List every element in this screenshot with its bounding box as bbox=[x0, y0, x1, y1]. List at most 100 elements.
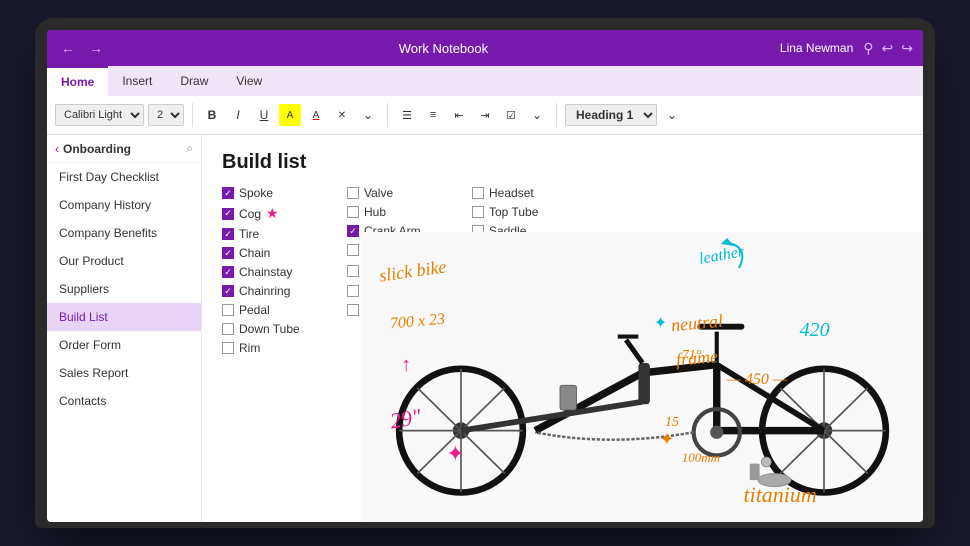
tab-home[interactable]: Home bbox=[47, 66, 108, 96]
list-item[interactable]: ✓ Chainstay bbox=[222, 265, 337, 279]
back-button[interactable]: ← bbox=[57, 38, 79, 58]
underline-button[interactable]: U bbox=[253, 104, 275, 126]
list-item[interactable]: Down Tube bbox=[222, 322, 337, 336]
list-item[interactable]: ✓ Spoke bbox=[222, 186, 337, 200]
list-item[interactable]: ✓ Chain bbox=[222, 246, 337, 260]
indent-decrease-button[interactable]: ⇤ bbox=[448, 104, 470, 126]
page-title: Build list bbox=[222, 151, 903, 174]
checkbox-button[interactable]: ☑ bbox=[500, 104, 522, 126]
sidebar-item-first-day[interactable]: First Day Checklist bbox=[47, 163, 201, 191]
annotation-450: — 450 — bbox=[727, 371, 787, 389]
checkbox-chainring[interactable]: ✓ bbox=[222, 285, 234, 297]
title-icons: ⚲ ↩ ↪ bbox=[863, 40, 913, 57]
italic-button[interactable]: I bbox=[227, 104, 249, 126]
item-label-chainstay: Chainstay bbox=[239, 265, 292, 279]
ribbon: Home Insert Draw View Calibri Light 20 B… bbox=[47, 66, 923, 135]
item-label-rim: Rim bbox=[239, 341, 260, 355]
checkbox-pedal[interactable] bbox=[222, 304, 234, 316]
checkbox-seat-tube[interactable] bbox=[347, 244, 359, 256]
checkbox-chainstay[interactable]: ✓ bbox=[222, 266, 234, 278]
title-bar-right: Lina Newman ⚲ ↩ ↪ bbox=[780, 40, 913, 57]
page-content: Build list ✓ Spoke ✓ Cog ★ bbox=[202, 135, 923, 522]
sidebar-item-build-list[interactable]: Build List bbox=[47, 303, 201, 331]
clear-format-button[interactable]: ✕ bbox=[331, 104, 353, 126]
numbered-list-button[interactable]: ≡ bbox=[422, 104, 444, 126]
sidebar-item-order-form[interactable]: Order Form bbox=[47, 331, 201, 359]
list-item[interactable]: ✓ Tire bbox=[222, 227, 337, 241]
item-label-valve: Valve bbox=[364, 186, 393, 200]
star-decoration-orange: ✦ bbox=[659, 429, 674, 450]
forward-button[interactable]: → bbox=[85, 38, 107, 58]
undo-icon[interactable]: ↩ bbox=[882, 40, 894, 57]
checkbox-top-tube[interactable] bbox=[472, 206, 484, 218]
checklist-col-1: ✓ Spoke ✓ Cog ★ ✓ Tire bbox=[222, 186, 337, 360]
sidebar-item-company-history[interactable]: Company History bbox=[47, 191, 201, 219]
sidebar-item-our-product[interactable]: Our Product bbox=[47, 247, 201, 275]
page-inner: Build list ✓ Spoke ✓ Cog ★ bbox=[202, 135, 923, 522]
sidebar-item-suppliers[interactable]: Suppliers bbox=[47, 275, 201, 303]
sidebar-collapse-button[interactable]: ‹ bbox=[55, 142, 59, 156]
tab-draw[interactable]: Draw bbox=[166, 66, 222, 96]
checkbox-cog[interactable]: ✓ bbox=[222, 208, 234, 220]
ribbon-tabs: Home Insert Draw View bbox=[47, 66, 923, 96]
annotation-420: 420 bbox=[800, 319, 830, 342]
notebook-title: Work Notebook bbox=[399, 41, 488, 56]
more-format-button[interactable]: ⌄ bbox=[357, 104, 379, 126]
checkbox-tire[interactable]: ✓ bbox=[222, 228, 234, 240]
title-bar-left: ← → bbox=[57, 38, 107, 58]
annotation-leather-arrow bbox=[699, 238, 759, 283]
sidebar-search-button[interactable]: ⌕ bbox=[186, 141, 193, 156]
checkbox-rim[interactable] bbox=[222, 342, 234, 354]
font-color-button[interactable]: A bbox=[305, 104, 327, 126]
heading-style-select[interactable]: Heading 1 bbox=[565, 104, 657, 126]
list-item[interactable]: Top Tube bbox=[472, 205, 587, 219]
checkbox-down-tube[interactable] bbox=[222, 323, 234, 335]
bold-button[interactable]: B bbox=[201, 104, 223, 126]
checkbox-headset[interactable] bbox=[472, 187, 484, 199]
list-item[interactable]: ✓ Chainring bbox=[222, 284, 337, 298]
bullet-list-button[interactable]: ☰ bbox=[396, 104, 418, 126]
indent-increase-button[interactable]: ⇥ bbox=[474, 104, 496, 126]
font-size-select[interactable]: 20 bbox=[148, 104, 184, 126]
separator-2 bbox=[387, 103, 388, 127]
list-item[interactable]: ✓ Cog ★ bbox=[222, 205, 337, 222]
item-label-chainring: Chainring bbox=[239, 284, 290, 298]
annotation-arrow-up: ↑ bbox=[401, 354, 411, 377]
device-screen: ← → Work Notebook Lina Newman ⚲ ↩ ↪ Home… bbox=[47, 30, 923, 522]
more-list-button[interactable]: ⌄ bbox=[526, 104, 548, 126]
user-name: Lina Newman bbox=[780, 41, 853, 55]
device-frame: ← → Work Notebook Lina Newman ⚲ ↩ ↪ Home… bbox=[35, 18, 935, 528]
font-family-select[interactable]: Calibri Light bbox=[55, 104, 144, 126]
list-item[interactable]: Rim bbox=[222, 341, 337, 355]
checkbox-hub[interactable] bbox=[347, 206, 359, 218]
list-item[interactable]: Hub bbox=[347, 205, 462, 219]
tab-view[interactable]: View bbox=[222, 66, 276, 96]
checkbox-handlebar[interactable] bbox=[347, 304, 359, 316]
heading-dropdown-button[interactable]: ⌄ bbox=[661, 104, 683, 126]
checkbox-fork[interactable] bbox=[347, 265, 359, 277]
redo-icon[interactable]: ↪ bbox=[901, 40, 913, 57]
checkbox-crank-arm[interactable]: ✓ bbox=[347, 225, 359, 237]
item-label-spoke: Spoke bbox=[239, 186, 273, 200]
checkbox-valve[interactable] bbox=[347, 187, 359, 199]
highlight-button[interactable]: A bbox=[279, 104, 301, 126]
list-item[interactable]: Headset bbox=[472, 186, 587, 200]
item-label-tire: Tire bbox=[239, 227, 259, 241]
annotation-titanium: titanium bbox=[743, 482, 816, 508]
checkbox-spoke[interactable]: ✓ bbox=[222, 187, 234, 199]
main-content: ‹ Onboarding ⌕ First Day Checklist Compa… bbox=[47, 135, 923, 522]
annotation-angle: 71° bbox=[682, 348, 702, 364]
sidebar-header: ‹ Onboarding ⌕ bbox=[47, 135, 201, 163]
sidebar-item-contacts[interactable]: Contacts bbox=[47, 387, 201, 415]
checkbox-chain[interactable]: ✓ bbox=[222, 247, 234, 259]
item-label-headset: Headset bbox=[489, 186, 534, 200]
sidebar-item-company-benefits[interactable]: Company Benefits bbox=[47, 219, 201, 247]
sidebar-item-sales-report[interactable]: Sales Report bbox=[47, 359, 201, 387]
list-item[interactable]: Valve bbox=[347, 186, 462, 200]
star-icon-cog: ★ bbox=[266, 205, 279, 222]
checkbox-head-tube[interactable] bbox=[347, 285, 359, 297]
tab-insert[interactable]: Insert bbox=[108, 66, 166, 96]
search-icon[interactable]: ⚲ bbox=[863, 40, 873, 57]
list-item[interactable]: Pedal bbox=[222, 303, 337, 317]
separator-1 bbox=[192, 103, 193, 127]
